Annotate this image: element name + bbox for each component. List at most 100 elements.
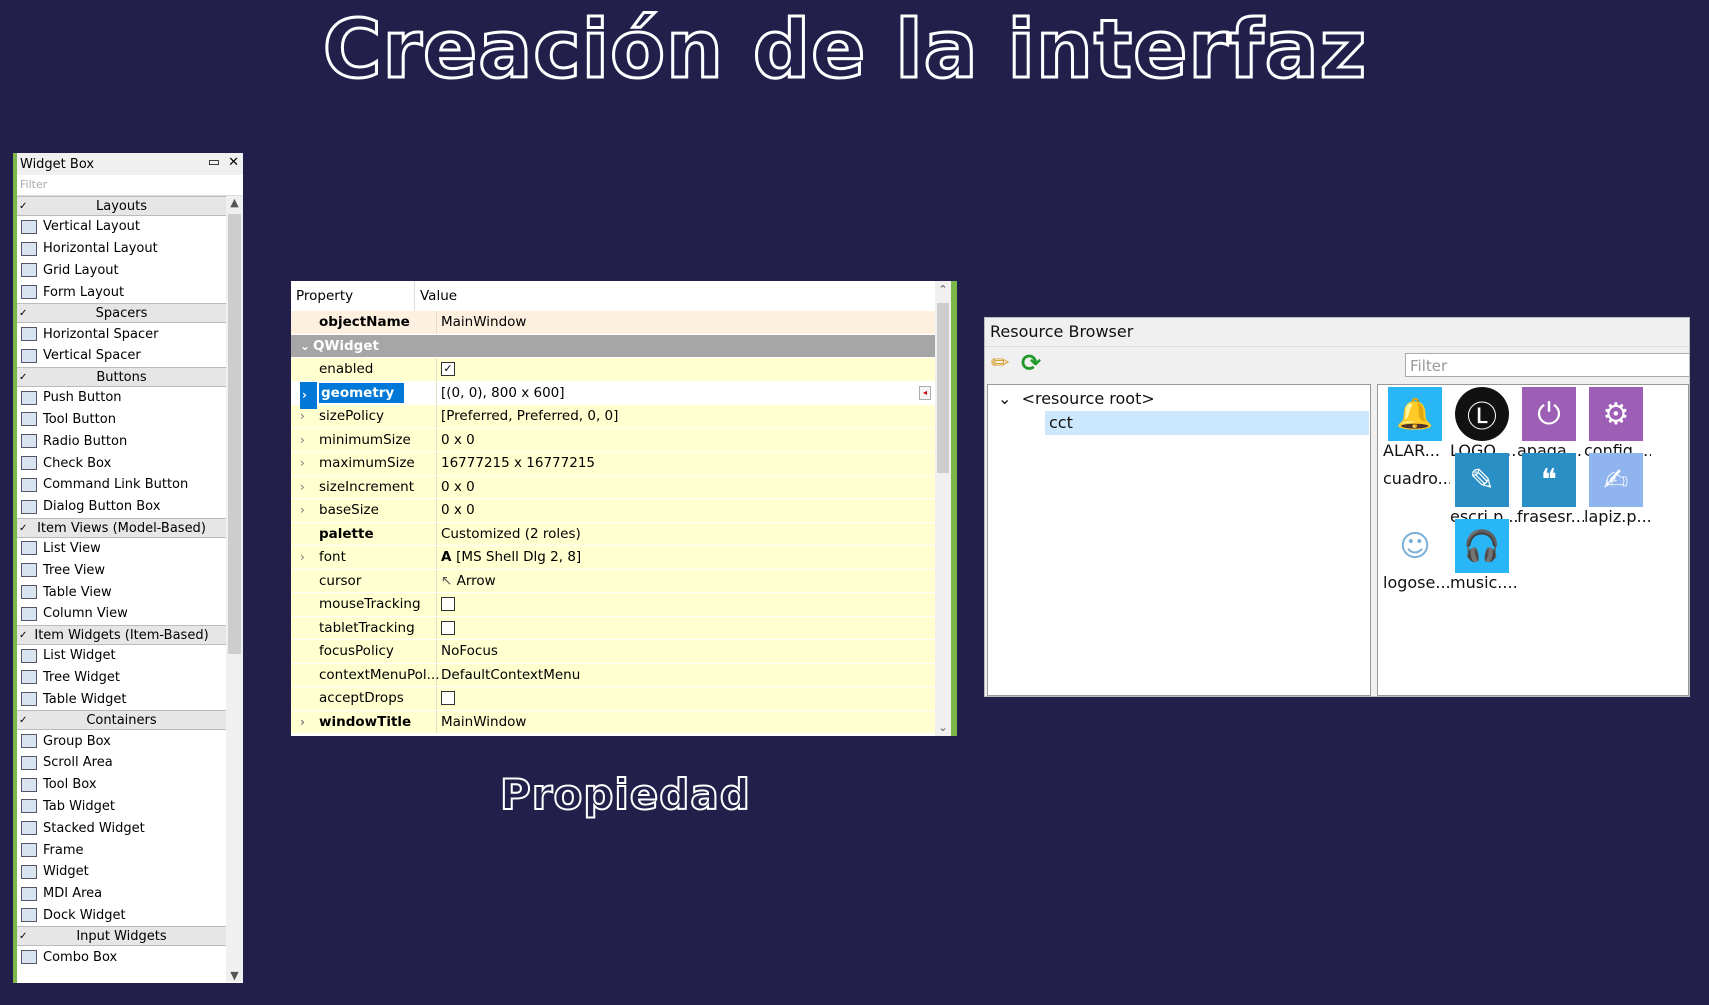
widget-item[interactable]: Form Layout [17,281,226,303]
resource-item[interactable]: ✍ lapiz.p... [1581,453,1651,526]
property-value[interactable]: 0 x 0 [437,476,935,499]
property-checkbox[interactable]: ✓ [441,362,455,376]
chevron-right-icon[interactable]: › [300,405,305,428]
widget-item[interactable]: List View [17,538,226,560]
category-header[interactable]: ✓ Spacers [17,303,226,324]
chevron-down-icon[interactable]: ⌄ [998,389,1011,408]
property-value[interactable] [437,593,935,616]
widget-item[interactable]: Dock Widget [17,905,226,927]
resource-item[interactable]: 🎧 music.... [1447,519,1517,592]
property-value[interactable]: Customized (2 roles) [437,523,935,546]
property-row[interactable]: focusPolicy NoFocus [291,640,935,664]
widget-item[interactable]: Tab Widget [17,796,226,818]
widget-item[interactable]: Grid Layout [17,260,226,282]
chevron-right-icon[interactable]: › [300,499,305,522]
widget-item[interactable]: Check Box [17,452,226,474]
widget-item[interactable]: Tool Button [17,409,226,431]
widget-item[interactable]: Column View [17,603,226,625]
widget-item[interactable]: Horizontal Layout [17,238,226,260]
resource-item[interactable]: cuadro... [1380,453,1450,488]
float-icon[interactable]: ▭ [208,155,220,170]
property-row[interactable]: › font A [MS Shell Dlg 2, 8] [291,546,935,570]
category-header[interactable]: ✓ Item Views (Model-Based) [17,517,226,538]
scroll-thumb[interactable] [228,214,241,654]
property-value[interactable] [437,617,935,640]
resource-filter-input[interactable]: Filter [1405,353,1689,377]
property-checkbox[interactable] [441,691,455,705]
property-value[interactable] [437,687,935,710]
widget-item[interactable]: Dialog Button Box [17,496,226,518]
resource-item[interactable]: ⚙ config.... [1581,387,1651,460]
widget-item[interactable]: Vertical Layout [17,216,226,238]
widget-item[interactable]: Tree Widget [17,667,226,689]
category-header[interactable]: ✓ Input Widgets [17,926,226,947]
tree-item-root[interactable]: ⌄ <resource root> [998,389,1155,408]
widget-filter-input[interactable]: Filter [17,175,243,196]
property-row[interactable]: › baseSize 0 x 0 [291,499,935,523]
resource-item[interactable]: 🔔 ALAR... [1380,387,1450,460]
widget-item[interactable]: Tree View [17,559,226,581]
scroll-down-icon[interactable]: ▼ [226,969,243,982]
resource-item[interactable]: ⏻ apaga... [1514,387,1584,460]
property-value[interactable]: DefaultContextMenu [437,664,935,687]
property-value[interactable]: 0 x 0 [437,429,935,452]
widget-item[interactable]: Widget [17,861,226,883]
reset-property-icon[interactable]: ◂ [919,385,931,400]
property-value[interactable]: 16777215 x 16777215 [437,452,935,475]
resource-item[interactable]: Ⓛ LOGO ... [1447,387,1517,460]
widget-item[interactable]: Stacked Widget [17,817,226,839]
property-row[interactable]: palette Customized (2 roles) [291,522,935,546]
chevron-right-icon[interactable]: › [300,546,305,569]
edit-resources-icon[interactable]: ✏ [991,351,1009,376]
property-scrollbar[interactable]: ⌃ ⌄ [935,281,951,736]
widget-item[interactable]: Horizontal Spacer [17,323,226,345]
property-row[interactable]: acceptDrops [291,687,935,711]
widget-item[interactable]: MDI Area [17,883,226,905]
scroll-down-icon[interactable]: ⌄ [935,721,951,734]
property-row[interactable]: › geometry [(0, 0), 800 x 600] ◂ [291,381,935,409]
property-row[interactable]: › windowTitle MainWindow [291,710,935,734]
column-value[interactable]: Value [415,281,457,311]
resource-item[interactable]: ☺ logose... [1380,519,1450,593]
property-row[interactable]: cursor ↖ Arrow [291,569,935,593]
widget-item[interactable]: Frame [17,839,226,861]
property-value[interactable]: [(0, 0), 800 x 600] ◂ [437,382,935,405]
tree-item-cct[interactable]: cct [1045,411,1369,435]
chevron-right-icon[interactable]: › [300,476,305,499]
property-row[interactable]: › minimumSize 0 x 0 [291,428,935,452]
category-header[interactable]: ✓ Item Widgets (Item-Based) [17,624,226,645]
property-value[interactable]: 0 x 0 [437,499,935,522]
scroll-up-icon[interactable]: ⌃ [935,283,951,296]
widget-item[interactable]: Command Link Button [17,474,226,496]
property-value[interactable]: ✓ [437,358,935,381]
property-row[interactable]: › sizePolicy [Preferred, Preferred, 0, 0] [291,405,935,429]
widget-item[interactable]: Combo Box [17,946,226,968]
widget-item[interactable]: Radio Button [17,430,226,452]
category-header[interactable]: ✓ Layouts [17,196,226,216]
scroll-up-icon[interactable]: ▲ [226,196,243,209]
close-icon[interactable]: ✕ [228,155,239,170]
property-row[interactable]: mouseTracking [291,593,935,617]
property-row[interactable]: tabletTracking [291,616,935,640]
property-group-qwidget[interactable]: ⌄ QWidget [291,334,935,358]
widget-item[interactable]: Table Widget [17,688,226,710]
chevron-right-icon[interactable]: › [300,429,305,452]
property-checkbox[interactable] [441,620,455,635]
property-row[interactable]: enabled ✓ [291,358,935,382]
widget-item[interactable]: Table View [17,581,226,603]
resource-item[interactable]: ✎ escri.p... [1447,453,1517,526]
widget-item[interactable]: Tool Box [17,774,226,796]
property-checkbox[interactable] [441,597,455,611]
category-header[interactable]: ✓ Containers [17,710,226,731]
property-value[interactable]: NoFocus [437,640,935,663]
widget-item[interactable]: Group Box [17,730,226,752]
widget-item[interactable]: Push Button [17,387,226,409]
widget-item[interactable]: List Widget [17,645,226,667]
category-header[interactable]: ✓ Buttons [17,366,226,387]
property-row-objectname[interactable]: objectName MainWindow [291,311,935,335]
property-row[interactable]: › maximumSize 16777215 x 16777215 [291,452,935,476]
property-value[interactable]: A [MS Shell Dlg 2, 8] [437,546,935,569]
property-value[interactable]: ↖ Arrow [437,570,935,593]
chevron-right-icon[interactable]: › [300,452,305,475]
widget-item[interactable]: Scroll Area [17,752,226,774]
